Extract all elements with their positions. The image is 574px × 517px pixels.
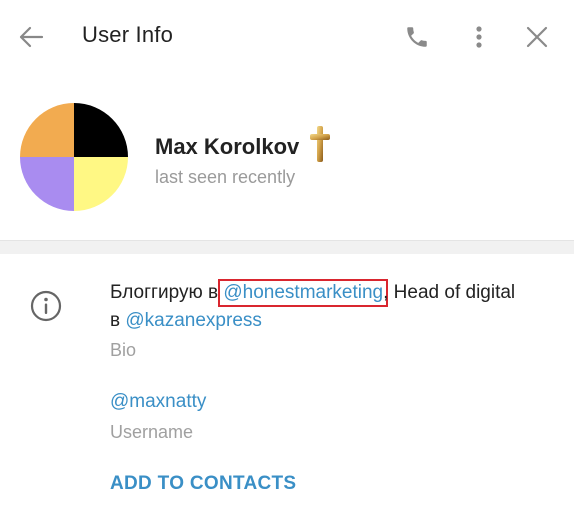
- last-seen-status: last seen recently: [155, 167, 296, 187]
- add-to-contacts-button[interactable]: ADD TO CONTACTS: [110, 473, 296, 495]
- avatar-quadrant-bottom-left: [20, 157, 74, 211]
- avatar-quadrant-bottom-right: [74, 157, 128, 211]
- more-vertical-icon[interactable]: [462, 20, 496, 54]
- user-name: Max Korolkov: [155, 133, 300, 159]
- phone-icon[interactable]: [400, 20, 434, 54]
- header-bar: User Info: [0, 0, 574, 74]
- back-arrow-icon[interactable]: [14, 20, 48, 54]
- avatar[interactable]: [20, 103, 128, 211]
- username-label: Username: [110, 422, 194, 442]
- bio-label: Bio: [110, 340, 137, 360]
- cross-emoji-icon: [309, 124, 331, 169]
- bio-link-honestmarketing[interactable]: @honestmarketing: [218, 279, 389, 307]
- profile-section: Max Korolkov last seen recently: [0, 74, 574, 240]
- info-section: Блоггирую в @honestmarketing, Head of di…: [0, 254, 574, 517]
- bio-text-part-1: Блоггирую в: [110, 282, 224, 303]
- info-circle-icon: [30, 290, 62, 322]
- username-value[interactable]: @maxnatty: [110, 391, 206, 413]
- avatar-quadrant-top-left: [20, 103, 74, 157]
- section-divider: [0, 240, 574, 254]
- page-title: User Info: [82, 22, 174, 47]
- name-row: Max Korolkov: [155, 124, 331, 169]
- bio-link-kazanexpress[interactable]: @kazanexpress: [125, 310, 262, 331]
- bio-text: Блоггирую в @honestmarketing, Head of di…: [110, 279, 530, 335]
- avatar-quadrant-top-right: [74, 103, 128, 157]
- close-icon[interactable]: [520, 20, 554, 54]
